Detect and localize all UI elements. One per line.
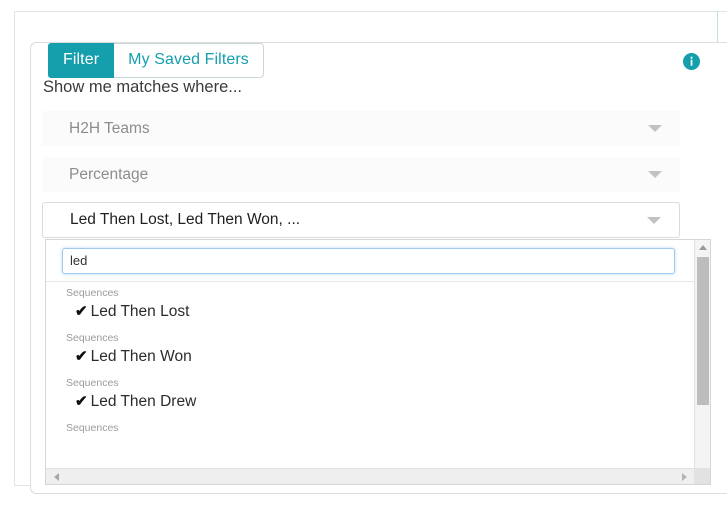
filter-select-percentage[interactable]: Percentage xyxy=(42,157,680,192)
scroll-left-arrow-icon[interactable] xyxy=(48,469,64,484)
option-led-then-lost[interactable]: ✔ Led Then Lost xyxy=(46,301,695,328)
option-label: Led Then Won xyxy=(90,348,192,365)
chevron-down-icon xyxy=(648,125,662,132)
option-group-label: Sequences xyxy=(66,422,119,434)
vertical-scrollbar-thumb[interactable] xyxy=(697,257,709,405)
app-root: Filter My Saved Filters Show me matches … xyxy=(0,0,727,512)
option-label: Led Then Lost xyxy=(90,303,190,320)
option-led-then-drew[interactable]: ✔ Led Then Drew xyxy=(46,391,695,418)
filter-select-h2h-teams[interactable]: H2H Teams xyxy=(42,111,680,146)
filter-select-h2h-teams-label: H2H Teams xyxy=(69,119,150,137)
check-icon: ✔ xyxy=(75,348,88,365)
tab-my-saved-filters[interactable]: My Saved Filters xyxy=(114,43,264,78)
check-icon: ✔ xyxy=(75,393,88,410)
tab-bar: Filter My Saved Filters xyxy=(48,43,264,78)
dropdown-search-row xyxy=(46,240,695,282)
scroll-right-arrow-icon[interactable] xyxy=(676,469,692,484)
tab-filter[interactable]: Filter xyxy=(48,43,115,78)
filter-select-sequences[interactable]: Led Then Lost, Led Then Won, ... xyxy=(42,202,680,238)
chevron-down-icon xyxy=(648,171,662,178)
info-circle-icon[interactable] xyxy=(683,53,700,70)
filter-select-sequences-label: Led Then Lost, Led Then Won, ... xyxy=(70,211,301,228)
dropdown-horizontal-scrollbar[interactable] xyxy=(46,468,710,484)
filter-panel-card: Filter My Saved Filters Show me matches … xyxy=(30,42,727,494)
option-group-label: Sequences xyxy=(66,332,119,344)
dropdown-vertical-scrollbar[interactable] xyxy=(694,240,710,484)
sequences-dropdown-panel: Sequences ✔ Led Then Lost Sequences ✔ Le… xyxy=(45,239,711,485)
option-led-then-won[interactable]: ✔ Led Then Won xyxy=(46,346,695,373)
option-group-label: Sequences xyxy=(66,287,119,299)
search-input[interactable] xyxy=(62,247,675,274)
option-group-label: Sequences xyxy=(66,377,119,389)
dropdown-option-list[interactable]: Sequences ✔ Led Then Lost Sequences ✔ Le… xyxy=(46,283,695,484)
prompt-text: Show me matches where... xyxy=(43,78,242,96)
scroll-up-arrow-icon[interactable] xyxy=(695,240,710,255)
chevron-down-icon xyxy=(647,216,661,224)
scrollbar-corner xyxy=(694,468,710,484)
filter-select-percentage-label: Percentage xyxy=(69,165,149,183)
option-label: Led Then Drew xyxy=(90,393,197,410)
check-icon: ✔ xyxy=(75,303,88,320)
